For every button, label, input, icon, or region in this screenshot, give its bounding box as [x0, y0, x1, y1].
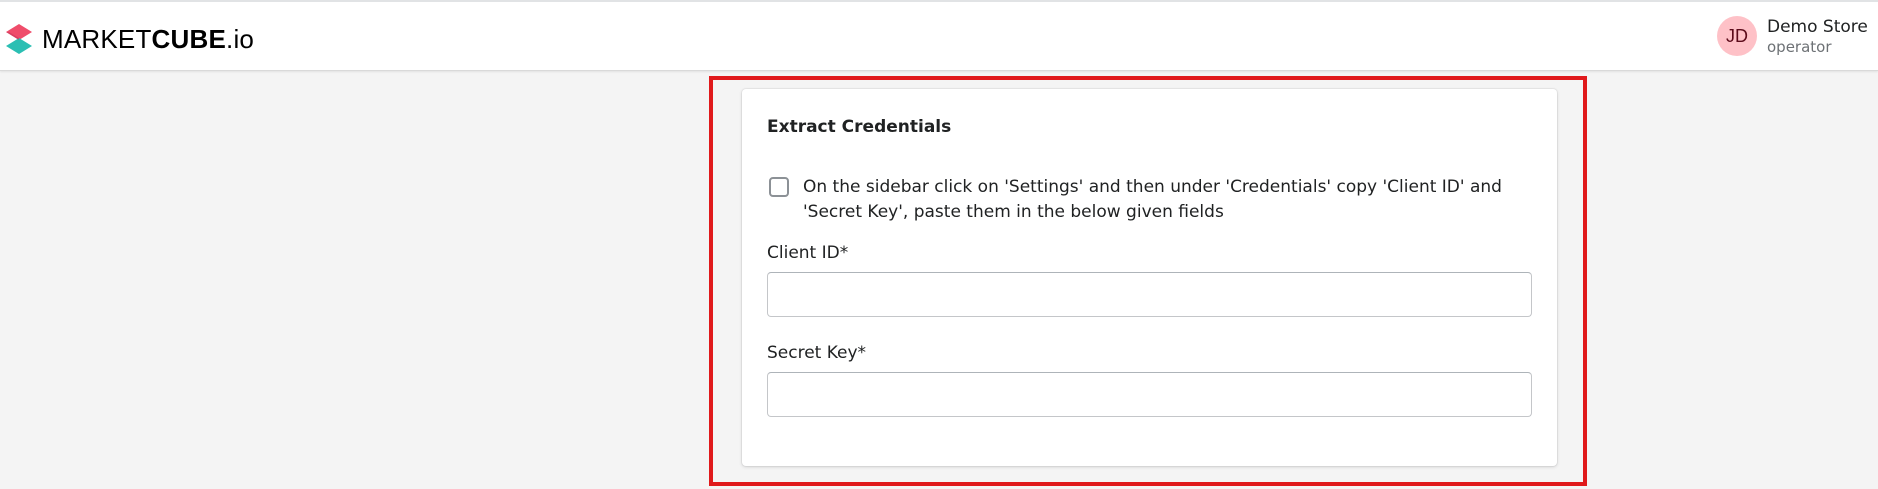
marketcube-logo[interactable]: MARKETCUBE.io	[6, 22, 254, 56]
user-name: Demo Store	[1767, 17, 1868, 37]
highlight-box	[709, 76, 1587, 486]
logo-cube-icon	[6, 24, 32, 54]
user-info: Demo Store operator	[1767, 16, 1868, 56]
top-bar: MARKETCUBE.io JD Demo Store operator	[0, 0, 1878, 71]
user-menu[interactable]: JD Demo Store operator	[1717, 16, 1868, 56]
avatar[interactable]: JD	[1717, 16, 1757, 56]
user-role: operator	[1767, 38, 1832, 56]
logo-text: MARKETCUBE.io	[42, 24, 255, 54]
